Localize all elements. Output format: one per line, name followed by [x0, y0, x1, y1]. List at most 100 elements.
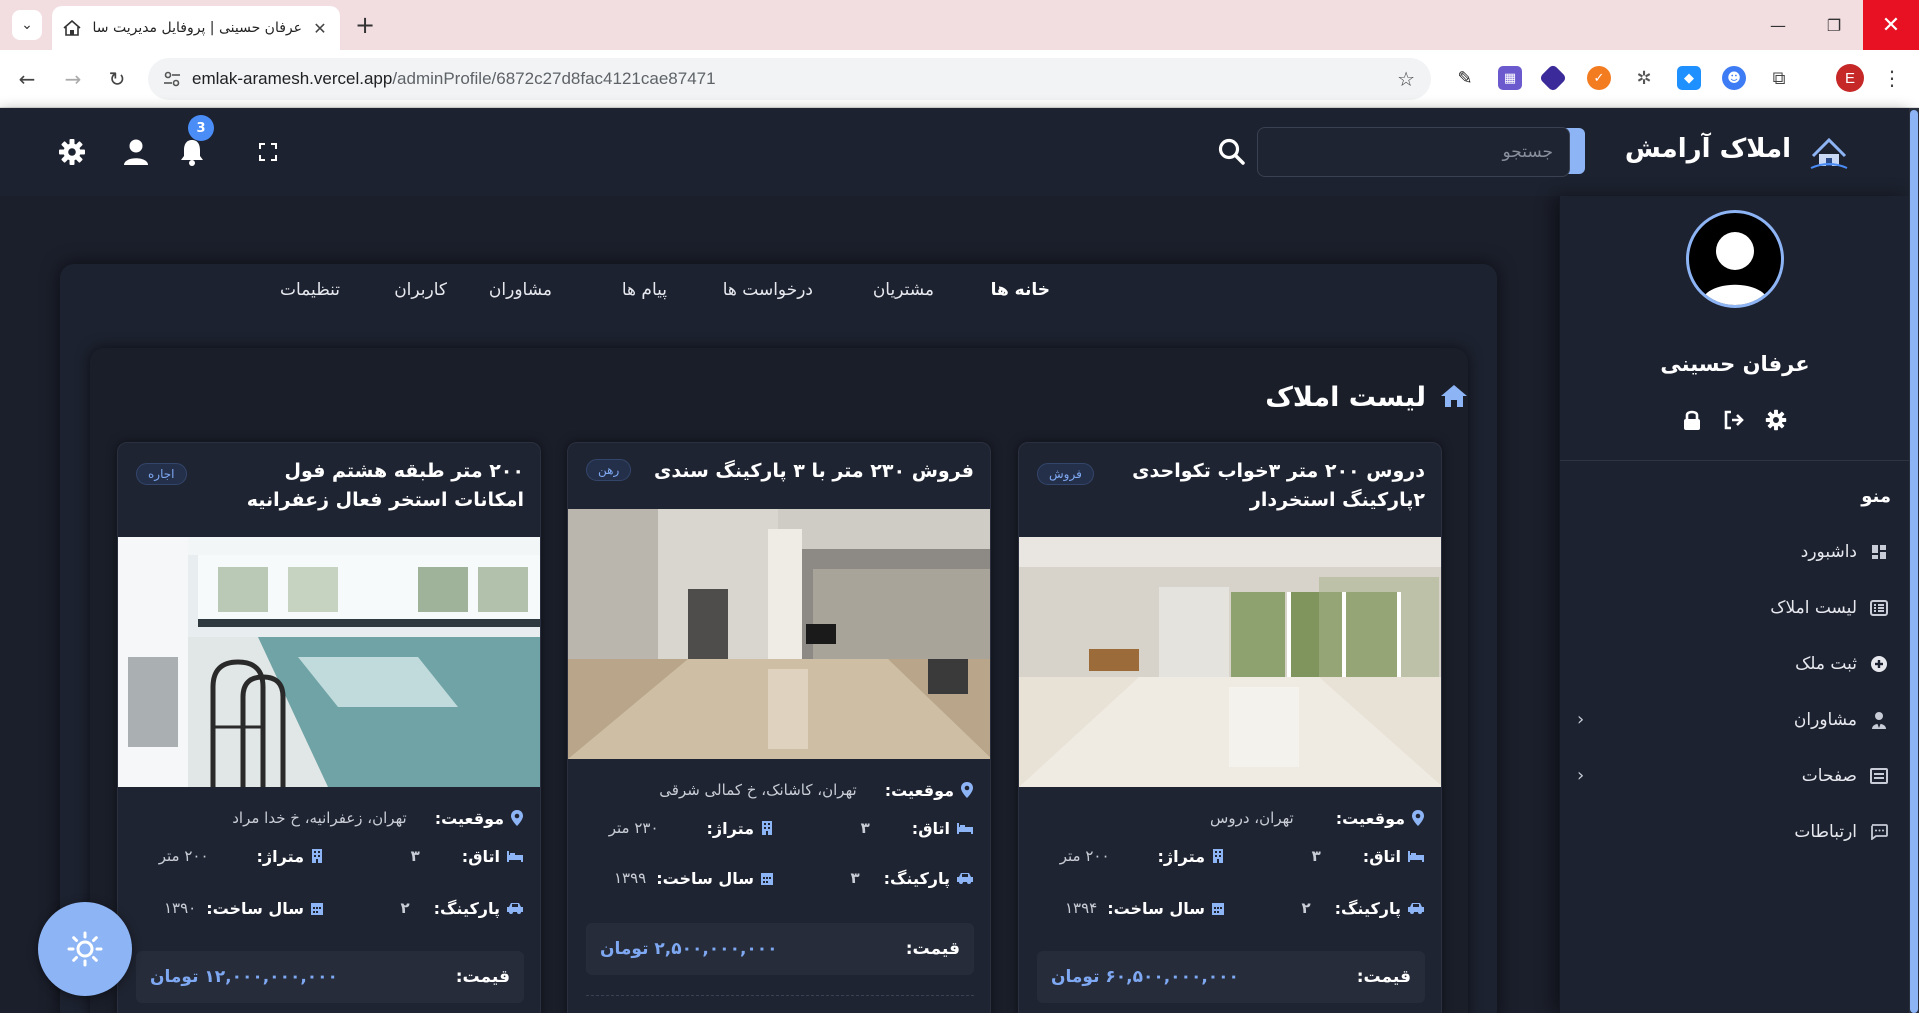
year-label-text: سال ساخت:: [206, 898, 304, 918]
property-photo[interactable]: [118, 537, 541, 787]
building-icon: [762, 821, 772, 835]
lock-icon[interactable]: [1680, 408, 1704, 432]
location-value: تهران، زعفرانیه، خ خدا مراد: [232, 809, 407, 827]
location-pin-icon: [511, 810, 523, 826]
diamond-extension-icon[interactable]: [1538, 63, 1568, 93]
parking-label: پارکینگ: ۳: [814, 869, 974, 888]
price-box: قیمت: ۶۰,۵۰۰,۰۰۰,۰۰۰ تومان: [1037, 951, 1425, 1003]
logout-icon[interactable]: [1722, 408, 1746, 432]
browser-menu-icon[interactable]: ⋮: [1880, 64, 1904, 92]
url-host: emlak-aramesh.vercel.app: [192, 69, 393, 88]
location-value: تهران، کاشانک، خ کمالی شرقی: [659, 781, 857, 799]
browser-tab[interactable]: عرفان حسینی | پروفایل مدیریت سا ✕: [52, 6, 340, 50]
chevron-left-icon: ‹: [1577, 709, 1585, 730]
restore-button[interactable]: ❐: [1806, 0, 1862, 50]
property-list-heading: لیست املاک: [1265, 382, 1468, 413]
year-label: سال ساخت:: [1107, 899, 1225, 918]
eyedropper-extension-icon[interactable]: ✎: [1453, 66, 1477, 90]
property-card[interactable]: ۲۰۰ متر طبقه هشتم فول امکانات استخر فعال…: [117, 442, 541, 1013]
parking-value: ۲: [1301, 899, 1311, 917]
parking-label: پارکینگ: ۲: [364, 899, 524, 918]
nav-customers[interactable]: مشتریان: [873, 280, 934, 300]
price-box: قیمت: ۲,۵۰۰,۰۰۰,۰۰۰ تومان: [586, 923, 974, 975]
sidebar-item-label: داشبورد: [1800, 542, 1857, 562]
orange-extension-icon[interactable]: ✓: [1587, 66, 1611, 90]
building-icon: [312, 849, 322, 863]
purple-extension-icon[interactable]: ▦: [1498, 66, 1522, 90]
blue-extension-icon[interactable]: ☻: [1722, 66, 1746, 90]
extensions-puzzle-icon[interactable]: ⧉: [1767, 66, 1791, 90]
user-icon[interactable]: [120, 136, 152, 168]
sidebar-item-pages[interactable]: صفحات ‹: [1559, 753, 1909, 799]
search-input[interactable]: [1257, 127, 1570, 177]
location-label-text: موقعیت:: [1335, 808, 1405, 828]
sidebar-item-label: ارتباطات: [1794, 822, 1857, 842]
price-label: قیمت:: [1356, 967, 1411, 987]
sidebar: عرفان حسینی منو داشبورد لیست املاک ثبت م…: [1559, 196, 1910, 1013]
rooms-label-text: اتاق:: [911, 818, 950, 838]
search-icon[interactable]: [1216, 136, 1248, 168]
minimize-button[interactable]: —: [1750, 0, 1806, 50]
sidebar-item-label: مشاوران: [1793, 710, 1857, 730]
bookmark-star-icon[interactable]: ☆: [1397, 67, 1415, 91]
sidebar-item-communications[interactable]: ارتباطات: [1559, 809, 1909, 855]
fullscreen-icon[interactable]: [252, 136, 284, 168]
property-card[interactable]: دروس ۲۰۰ متر ۳خواب تکواحدی ۲پارکینگ استخ…: [1018, 442, 1442, 1013]
location-pin-icon: [1412, 810, 1424, 826]
property-title[interactable]: فروش ۲۳۰ متر با ۳ پارکینگ سندی: [644, 457, 974, 486]
address-bar[interactable]: emlak-aramesh.vercel.app/adminProfile/68…: [148, 58, 1431, 100]
drop-extension-icon[interactable]: ◆: [1677, 66, 1701, 90]
tab-close-icon[interactable]: ✕: [310, 18, 330, 38]
property-card[interactable]: فروش ۲۳۰ متر با ۳ پارکینگ سندی رهن موقعی…: [567, 442, 991, 1013]
profile-settings-gear-icon[interactable]: [1764, 408, 1788, 432]
reload-button[interactable]: ↻: [102, 64, 132, 94]
price-value: ۲,۵۰۰,۰۰۰,۰۰۰ تومان: [600, 939, 778, 959]
sidebar-item-property-list[interactable]: لیست املاک: [1559, 585, 1909, 631]
settings-gear-icon[interactable]: [56, 136, 88, 168]
bug-extension-icon[interactable]: ✲: [1632, 66, 1656, 90]
tab-search-button[interactable]: ⌄: [12, 10, 42, 40]
browser-profile-avatar[interactable]: E: [1836, 64, 1864, 92]
notification-badge: 3: [188, 115, 214, 141]
property-title[interactable]: ۲۰۰ متر طبقه هشتم فول امکانات استخر فعال…: [224, 457, 524, 515]
new-tab-button[interactable]: +: [352, 11, 378, 39]
area-label-text: متراژ:: [706, 818, 754, 838]
brand-name[interactable]: املاک آرامش: [1625, 134, 1791, 164]
nav-messages[interactable]: پیام ها: [622, 280, 667, 300]
browser-tab-bar: ⌄ عرفان حسینی | پروفایل مدیریت سا ✕ + — …: [0, 0, 1919, 50]
location-label: موقعیت:: [1336, 809, 1425, 828]
back-button[interactable]: ←: [12, 64, 42, 94]
property-photo[interactable]: [568, 509, 991, 759]
parking-label-text: پارکینگ:: [883, 868, 950, 888]
nav-homes[interactable]: خانه ها: [991, 280, 1050, 300]
location-label-text: موقعیت:: [434, 808, 504, 828]
nav-users[interactable]: کاربران: [394, 280, 447, 300]
nav-settings[interactable]: تنظیمات: [280, 280, 340, 300]
sidebar-item-add-property[interactable]: ثبت ملک: [1559, 641, 1909, 687]
sun-icon: [67, 931, 103, 967]
sidebar-item-label: ثبت ملک: [1795, 654, 1857, 674]
page-scrollbar-thumb[interactable]: [1910, 110, 1918, 1013]
parking-value: ۳: [850, 869, 860, 887]
forward-button[interactable]: →: [58, 64, 88, 94]
close-window-button[interactable]: ✕: [1863, 0, 1919, 50]
sidebar-item-dashboard[interactable]: داشبورد: [1559, 529, 1909, 575]
parking-value: ۲: [400, 899, 410, 917]
site-settings-icon[interactable]: [152, 71, 192, 87]
theme-toggle-button[interactable]: [38, 902, 132, 996]
site-favicon-icon: [62, 19, 82, 37]
avatar[interactable]: [1686, 210, 1784, 308]
location-label-text: موقعیت:: [884, 780, 954, 800]
brand-logo-icon[interactable]: [1809, 132, 1849, 172]
nav-requests[interactable]: درخواست ها: [723, 280, 813, 300]
area-value: ۲۰۰ متر: [1059, 847, 1110, 865]
year-label-text: سال ساخت:: [656, 868, 754, 888]
building-icon: [1213, 849, 1223, 863]
property-photo[interactable]: [1019, 537, 1442, 787]
property-title[interactable]: دروس ۲۰۰ متر ۳خواب تکواحدی ۲پارکینگ استخ…: [1125, 457, 1425, 515]
nav-consultants[interactable]: مشاوران: [489, 280, 552, 300]
sidebar-item-label: لیست املاک: [1770, 598, 1857, 618]
app-header: املاک آرامش 3: [0, 108, 1909, 196]
rooms-value: ۳: [410, 847, 420, 865]
sidebar-item-consultants[interactable]: مشاوران ‹: [1559, 697, 1909, 743]
